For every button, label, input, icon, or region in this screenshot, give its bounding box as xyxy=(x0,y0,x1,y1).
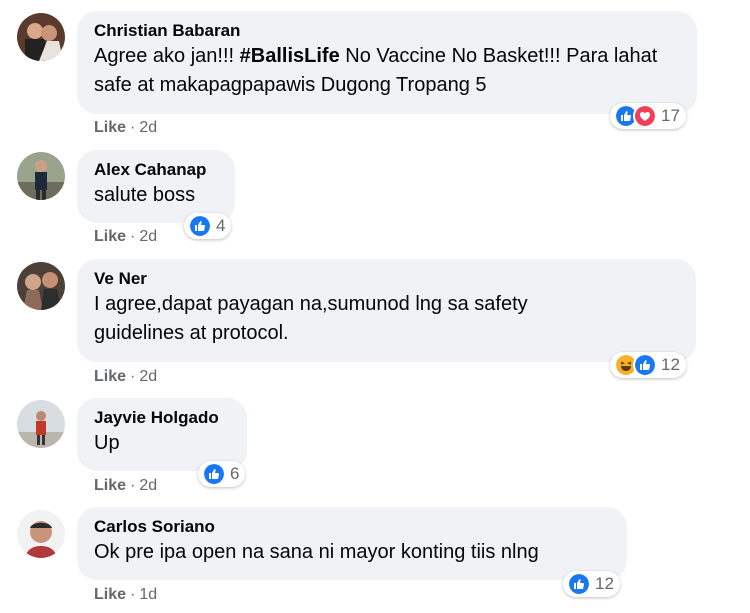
avatar[interactable] xyxy=(17,13,65,61)
like-button[interactable]: Like xyxy=(94,368,126,385)
like-button[interactable]: Like xyxy=(94,586,126,603)
comment-actions: Like · 2d xyxy=(94,228,157,246)
comment-time[interactable]: 1d xyxy=(139,586,157,603)
comment-time[interactable]: 2d xyxy=(139,228,157,245)
avatar[interactable] xyxy=(17,152,65,200)
avatar[interactable] xyxy=(17,262,65,310)
comment-time[interactable]: 2d xyxy=(139,119,157,136)
like-icon xyxy=(202,462,226,486)
reaction-count: 12 xyxy=(661,355,680,374)
comment-text: salute boss xyxy=(94,184,196,206)
comment-time[interactable]: 2d xyxy=(139,368,157,385)
reaction-summary[interactable]: 12 xyxy=(563,571,620,597)
avatar[interactable] xyxy=(17,400,65,448)
like-icon xyxy=(567,572,591,596)
comment-text: Agree ako jan!!! #BallisLife No Vaccine … xyxy=(94,42,680,100)
comment-text: I agree,dapat payagan na,sumunod lng sa … xyxy=(94,293,528,344)
comment-author[interactable]: Ve Ner xyxy=(94,268,679,290)
reaction-count: 12 xyxy=(595,574,614,593)
reaction-summary[interactable]: 12 xyxy=(610,352,686,378)
comment-author[interactable]: Alex Cahanap xyxy=(94,159,218,181)
comment-text: Ok pre ipa open na sana ni mayor konting… xyxy=(94,541,539,563)
comment-author[interactable]: Jayvie Holgado xyxy=(94,407,230,429)
hashtag-link[interactable]: #BallisLife xyxy=(240,45,340,67)
separator: · xyxy=(130,477,136,494)
reaction-count: 6 xyxy=(230,464,240,483)
comment-actions: Like · 2d xyxy=(94,477,157,495)
separator: · xyxy=(130,586,136,603)
like-button[interactable]: Like xyxy=(94,477,126,494)
reaction-count: 4 xyxy=(216,216,226,235)
comment-bubble: Christian Babaran Agree ako jan!!! #Ball… xyxy=(77,11,697,114)
comment-actions: Like · 1d xyxy=(94,586,157,604)
like-button[interactable]: Like xyxy=(94,228,126,245)
reaction-summary[interactable]: 6 xyxy=(198,461,246,487)
avatar[interactable] xyxy=(17,510,65,558)
like-icon xyxy=(188,214,212,238)
comment-author[interactable]: Christian Babaran xyxy=(94,20,680,42)
separator: · xyxy=(130,119,136,136)
reaction-summary[interactable]: 4 xyxy=(184,213,232,239)
like-icon xyxy=(633,353,657,377)
comment-time[interactable]: 2d xyxy=(139,477,157,494)
comment-text: Up xyxy=(94,432,120,454)
comment-bubble: Ve Ner I agree,dapat payagan na,sumunod … xyxy=(77,259,696,362)
comment-actions: Like · 2d xyxy=(94,119,157,137)
comment-author[interactable]: Carlos Soriano xyxy=(94,516,610,538)
love-icon xyxy=(633,104,657,128)
reaction-summary[interactable]: 17 xyxy=(610,103,686,129)
like-button[interactable]: Like xyxy=(94,119,126,136)
separator: · xyxy=(130,228,136,245)
comment-actions: Like · 2d xyxy=(94,368,157,386)
comment-text-part: Agree ako jan!!! xyxy=(94,45,240,67)
separator: · xyxy=(130,368,136,385)
comment-bubble: Carlos Soriano Ok pre ipa open na sana n… xyxy=(77,507,627,580)
reaction-count: 17 xyxy=(661,106,680,125)
